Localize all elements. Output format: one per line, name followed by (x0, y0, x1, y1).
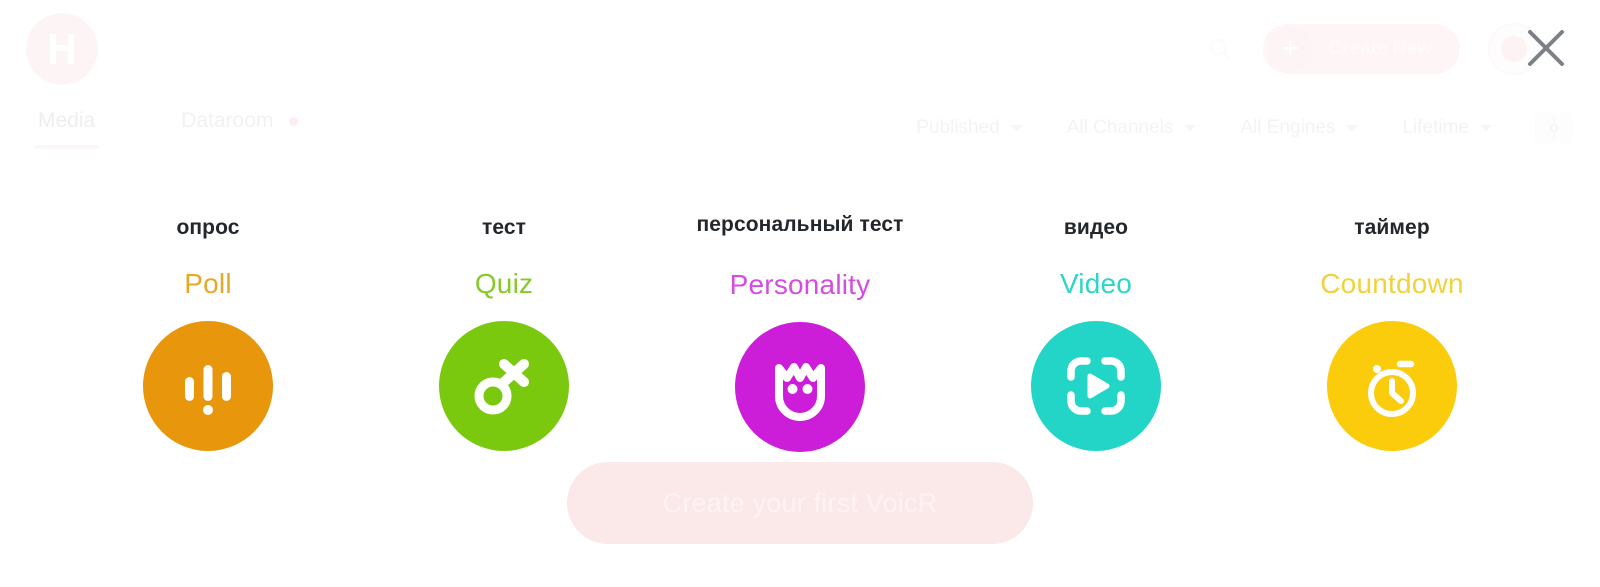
type-card-quiz[interactable]: тест Quiz (356, 178, 652, 451)
create-first-voicr-button[interactable]: Create your first VoicR (567, 462, 1033, 544)
countdown-stopwatch-icon (1368, 360, 1416, 417)
type-poll-icon-circle[interactable] (143, 321, 273, 451)
type-video-en-label: Video (1059, 268, 1133, 299)
filter-channels-label: All Channels (1066, 117, 1174, 138)
filter-published[interactable]: Published (916, 117, 1023, 139)
type-countdown-ru-label: таймер (1354, 216, 1430, 239)
tab-dataroom-label: Dataroom (181, 109, 274, 132)
type-personality-en-label: Personality (729, 269, 871, 300)
type-countdown-en-label: Countdown (1320, 268, 1464, 299)
type-card-poll[interactable]: опрос Poll (60, 178, 356, 451)
type-countdown-icon-circle[interactable] (1327, 321, 1457, 451)
chevron-down-icon (1346, 124, 1359, 132)
filter-engines-label: All Engines (1240, 117, 1336, 138)
video-play-icon (1067, 357, 1125, 415)
type-poll-ru-label: опрос (176, 216, 240, 239)
create-new-label: Create New (1328, 37, 1433, 59)
poll-bars-icon (185, 365, 231, 415)
type-poll-en-label: Poll (184, 268, 232, 299)
close-icon (1528, 30, 1564, 66)
settings-icon[interactable] (1534, 111, 1574, 145)
type-personality-icon-circle[interactable] (735, 322, 865, 452)
create-new-button[interactable]: + Create New (1262, 23, 1460, 74)
tab-media-label: Media (38, 109, 96, 132)
plus-icon: + (1268, 26, 1313, 71)
chevron-down-icon (1184, 124, 1197, 132)
filter-published-label: Published (916, 117, 1000, 138)
notification-dot-icon (289, 116, 299, 126)
chevron-down-icon (1480, 124, 1492, 132)
type-quiz-icon-circle[interactable] (439, 321, 569, 451)
filter-engines[interactable]: All Engines (1240, 117, 1359, 139)
type-quiz-en-label: Quiz (474, 268, 534, 299)
tab-bar: Media Dataroom (26, 109, 372, 149)
type-video-icon-circle[interactable] (1031, 321, 1161, 451)
type-card-countdown[interactable]: таймер Countdown (1244, 178, 1540, 451)
chevron-down-icon (1010, 124, 1023, 132)
personality-cat-icon (775, 363, 825, 421)
type-card-personality[interactable]: персональный тест Personality (652, 178, 948, 452)
close-button[interactable] (1520, 22, 1572, 74)
quiz-ox-icon (474, 359, 529, 415)
tab-media[interactable]: Media (26, 109, 107, 149)
create-first-voicr-label: Create your first VoicR (662, 487, 938, 518)
filter-period-label: Lifetime (1402, 117, 1469, 138)
type-card-video[interactable]: видео Video (948, 178, 1244, 451)
type-personality-ru-label: персональный тест (696, 213, 904, 236)
search-icon[interactable] (1207, 36, 1233, 62)
content-type-grid: опрос Poll тест Quiz персональный тест P… (0, 178, 1600, 498)
voicr-logo-icon[interactable] (26, 12, 98, 85)
filter-period[interactable]: Lifetime (1402, 117, 1492, 139)
subbar: Media Dataroom Published All Channels Al… (0, 97, 1600, 162)
app-header: + Create New (0, 0, 1600, 97)
tab-dataroom[interactable]: Dataroom (169, 109, 310, 149)
type-video-ru-label: видео (1063, 216, 1129, 239)
app-root: + Create New Media Dataroom Published Al… (0, 0, 1600, 587)
filter-bar: Published All Channels All Engines Lifet… (916, 109, 1574, 145)
type-quiz-ru-label: тест (481, 216, 527, 239)
filter-channels[interactable]: All Channels (1067, 117, 1197, 139)
